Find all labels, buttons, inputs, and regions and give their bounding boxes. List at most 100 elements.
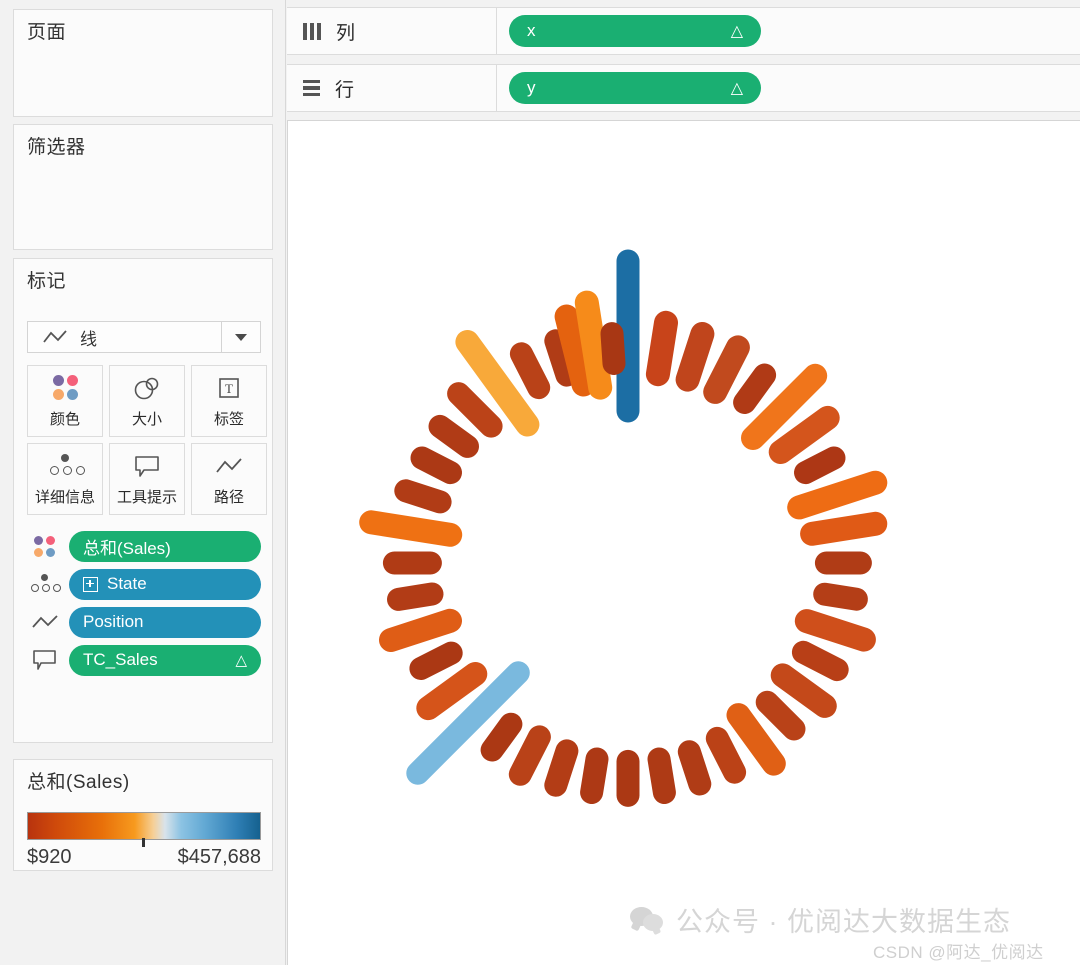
radial-mark[interactable] bbox=[387, 582, 444, 611]
columns-pill-x[interactable]: x △ bbox=[509, 15, 761, 47]
columns-drop-area[interactable]: x △ bbox=[497, 15, 1080, 47]
radial-mark[interactable] bbox=[416, 662, 488, 721]
radial-mark[interactable] bbox=[770, 663, 837, 718]
rows-shelf[interactable]: 行 y △ bbox=[287, 64, 1080, 112]
rows-drop-area[interactable]: y △ bbox=[497, 72, 1080, 104]
marks-pill-row-detail: State bbox=[27, 565, 261, 603]
columns-pill-delta-icon: △ bbox=[730, 23, 743, 40]
columns-shelf[interactable]: 列 x △ bbox=[287, 7, 1080, 55]
columns-shelf-label-area: 列 bbox=[287, 8, 497, 54]
rows-label: 行 bbox=[335, 79, 355, 101]
left-sidebar: 页面 筛选器 标记 线 颜色 大小 T 标签 详细信息 工具提示 路径 总和(S… bbox=[0, 0, 286, 965]
viz-canvas[interactable] bbox=[287, 120, 1080, 965]
square-plus-icon bbox=[83, 576, 98, 592]
marks-card-title: 标记 bbox=[27, 271, 67, 292]
radial-mark[interactable] bbox=[677, 740, 712, 796]
filters-card[interactable]: 筛选器 bbox=[13, 124, 273, 250]
tableau-worksheet: 列 x △ 行 y △ 页面 筛选器 标记 线 颜色 大小 T 标签 详细信息 … bbox=[0, 0, 1080, 965]
marks-pill-tc-sales[interactable]: TC_Sales △ bbox=[69, 644, 261, 676]
color-legend-values: $920 $457,688 bbox=[27, 846, 261, 869]
color-legend-gradient[interactable] bbox=[27, 812, 261, 840]
radial-mark[interactable] bbox=[703, 335, 750, 404]
mark-type-value-area[interactable]: 线 bbox=[28, 322, 222, 352]
color-legend-title: 总和(Sales) bbox=[27, 772, 130, 793]
radial-mark[interactable] bbox=[726, 703, 786, 776]
radial-mark[interactable] bbox=[768, 405, 840, 464]
filters-card-title: 筛选器 bbox=[27, 137, 86, 158]
marks-pill-position[interactable]: Position bbox=[69, 606, 261, 638]
marks-card: 标记 线 颜色 大小 T 标签 详细信息 工具提示 路径 总和(Sales) S… bbox=[13, 258, 273, 743]
marks-tooltip-button[interactable]: 工具提示 bbox=[109, 443, 185, 515]
radial-mark[interactable] bbox=[509, 342, 551, 400]
radial-mark[interactable] bbox=[645, 310, 678, 387]
rows-pill-text: y bbox=[527, 78, 536, 97]
radial-mark[interactable] bbox=[428, 414, 479, 458]
tooltip-icon bbox=[27, 649, 62, 671]
marks-tooltip-label: 工具提示 bbox=[116, 488, 177, 506]
marks-pill-list: 总和(Sales) State Position TC_Sales △ bbox=[27, 527, 261, 679]
radial-mark[interactable] bbox=[733, 363, 777, 414]
radial-mark[interactable] bbox=[787, 470, 888, 520]
mark-type-value: 线 bbox=[80, 329, 97, 349]
radial-mark[interactable] bbox=[647, 747, 676, 804]
columns-icon bbox=[303, 22, 321, 40]
radial-mark[interactable] bbox=[813, 582, 868, 611]
mark-type-dropdown[interactable]: 线 bbox=[27, 321, 261, 353]
radial-mark[interactable] bbox=[705, 726, 747, 784]
marks-pill-tc-sales-text: TC_Sales bbox=[83, 650, 158, 669]
marks-path-button[interactable]: 路径 bbox=[191, 443, 267, 515]
radial-mark[interactable] bbox=[447, 382, 503, 438]
marks-pill-state-text: State bbox=[107, 574, 147, 593]
rows-icon bbox=[303, 79, 320, 97]
radial-mark[interactable] bbox=[755, 690, 806, 741]
radial-mark[interactable] bbox=[580, 747, 609, 804]
marks-detail-button[interactable]: 详细信息 bbox=[27, 443, 103, 515]
marks-pill-position-text: Position bbox=[83, 612, 144, 631]
mark-type-chevron-down-icon[interactable] bbox=[222, 322, 260, 352]
radial-mark[interactable] bbox=[800, 511, 888, 546]
svg-text:T: T bbox=[225, 381, 233, 396]
radial-mark[interactable] bbox=[675, 322, 715, 392]
marks-pill-state[interactable]: State bbox=[69, 568, 261, 600]
pages-card-title: 页面 bbox=[27, 22, 67, 43]
color-legend-max: $457,688 bbox=[177, 846, 261, 868]
size-circles-icon bbox=[132, 374, 162, 402]
radial-mark[interactable] bbox=[359, 510, 463, 547]
pages-card[interactable]: 页面 bbox=[13, 9, 273, 117]
radial-mark[interactable] bbox=[480, 712, 523, 762]
radial-mark[interactable] bbox=[544, 739, 579, 797]
radial-mark[interactable] bbox=[394, 479, 452, 514]
marks-detail-label: 详细信息 bbox=[34, 488, 95, 506]
top-strip bbox=[286, 0, 1080, 6]
radial-line-chart bbox=[359, 249, 888, 807]
rows-pill-delta-icon: △ bbox=[730, 80, 743, 97]
color-legend-card: 总和(Sales) $920 $457,688 bbox=[13, 759, 273, 871]
radial-mark[interactable] bbox=[508, 725, 551, 786]
marks-pill-sum-sales-text: 总和(Sales) bbox=[83, 538, 171, 558]
text-label-icon: T bbox=[217, 374, 241, 402]
marks-size-label: 大小 bbox=[131, 410, 162, 428]
detail-dots-icon bbox=[48, 452, 85, 480]
path-line-icon bbox=[215, 452, 243, 480]
radial-mark[interactable] bbox=[410, 446, 462, 485]
radial-mark[interactable] bbox=[794, 609, 876, 652]
marks-pill-row-color: 总和(Sales) bbox=[27, 527, 261, 565]
marks-label-button[interactable]: T 标签 bbox=[191, 365, 267, 437]
marks-pill-sum-sales[interactable]: 总和(Sales) bbox=[69, 530, 261, 562]
path-line-icon bbox=[27, 614, 62, 630]
radial-mark[interactable] bbox=[791, 640, 849, 682]
marks-color-button[interactable]: 颜色 bbox=[27, 365, 103, 437]
radial-mark[interactable] bbox=[794, 446, 846, 485]
marks-pill-tc-sales-delta-icon: △ bbox=[235, 652, 247, 669]
marks-size-button[interactable]: 大小 bbox=[109, 365, 185, 437]
radial-mark[interactable] bbox=[600, 322, 626, 375]
marks-color-label: 颜色 bbox=[49, 410, 80, 428]
tooltip-icon bbox=[134, 452, 160, 480]
radial-mark[interactable] bbox=[574, 290, 613, 400]
marks-button-grid: 颜色 大小 T 标签 详细信息 工具提示 路径 bbox=[27, 365, 267, 515]
radial-mark[interactable] bbox=[409, 641, 463, 680]
rows-pill-y[interactable]: y △ bbox=[509, 72, 761, 104]
detail-dots-icon bbox=[27, 573, 62, 595]
radial-mark[interactable] bbox=[379, 608, 462, 652]
rows-shelf-label-area: 行 bbox=[287, 65, 497, 111]
